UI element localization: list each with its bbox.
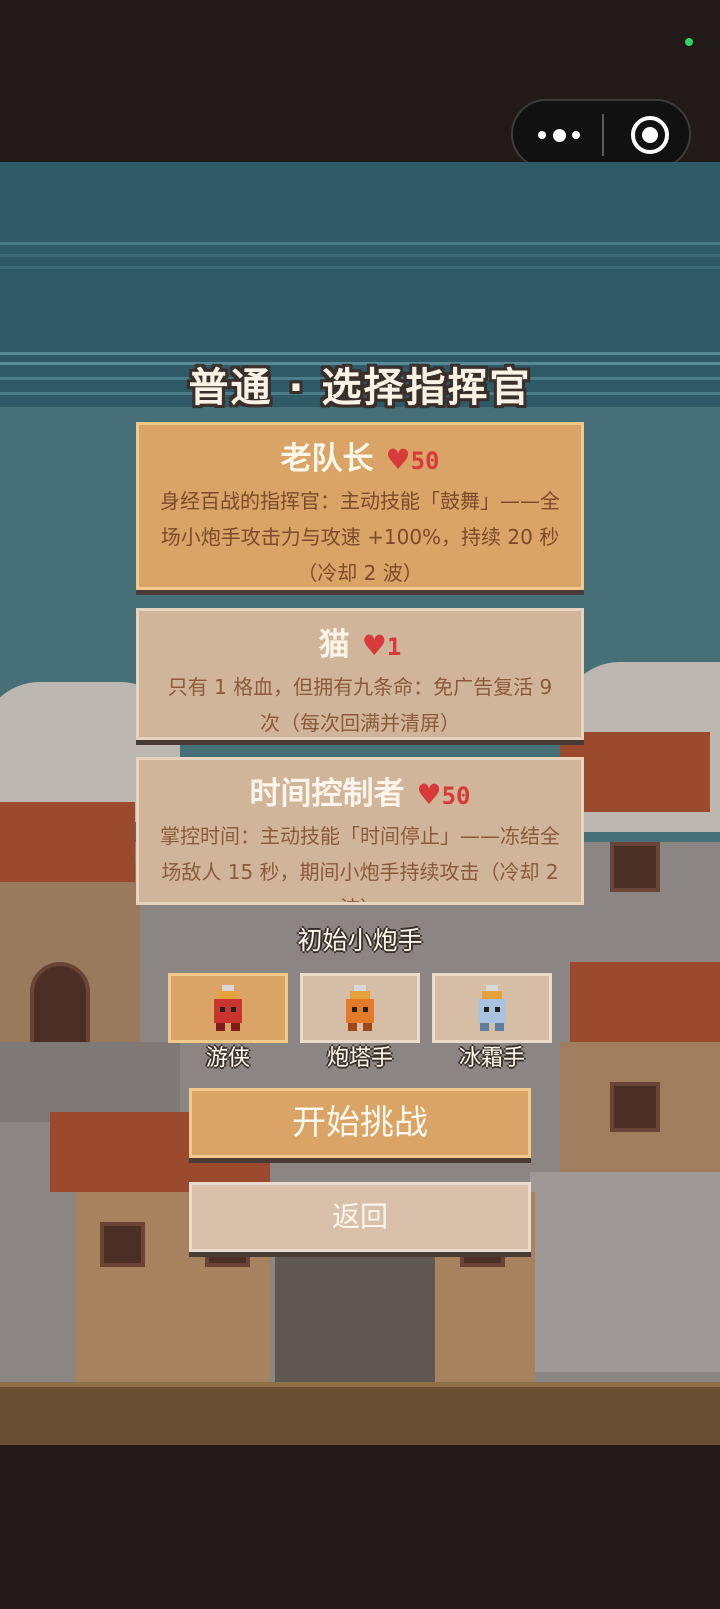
commander-name: 猫 [318,627,350,663]
back-button[interactable]: 返回 [189,1182,531,1252]
frost-gunner-icon [478,985,506,1031]
status-indicator-dot [685,38,693,46]
window [610,1082,660,1132]
turret-gunner-icon [346,985,374,1031]
sky-stripe [0,254,720,257]
mini-program-capsule [511,99,691,169]
stone-ledge [0,1042,180,1122]
ground [0,1387,720,1445]
commander-description: 只有 1 格血，但拥有九条命：免广告复活 9 次（每次回满并清屏） [167,675,553,735]
commander-description: 掌控时间：主动技能「时间停止」——冻结全场敌人 15 秒，期间小炮手持续攻击（冷… [160,824,560,902]
gunner-option-frost[interactable] [432,973,552,1043]
roof-left [0,802,135,882]
capsule-divider [602,114,604,156]
sky-stripe [0,242,720,245]
commander-name-row: 时间控制者 ♥50 [139,774,581,814]
stone-wall-right [530,1172,720,1372]
commander-card-veteran-captain[interactable]: 老队长 ♥50 身经百战的指挥官：主动技能「鼓舞」——全场小炮手攻击力与攻速 +1… [136,422,584,590]
commander-name: 时间控制者 [249,776,405,812]
gate [275,1242,435,1382]
roof-right-bottom [570,962,720,1042]
commander-hp: 1 [386,633,402,661]
commander-card-time-controller[interactable]: 时间控制者 ♥50 掌控时间：主动技能「时间停止」——冻结全场敌人 15 秒，期间… [136,757,584,905]
more-dots-icon[interactable] [538,121,580,149]
page-title: 普通 · 选择指挥官 [188,365,532,411]
window [610,842,660,892]
commander-card-cat[interactable]: 猫 ♥1 只有 1 格血，但拥有九条命：免广告复活 9 次（每次回满并清屏） [136,608,584,740]
commander-name-row: 老队长 ♥50 [139,439,581,479]
commander-name: 老队长 [280,441,374,477]
ranger-gunner-icon [214,985,242,1031]
commander-hp: 50 [410,447,440,475]
heart-icon: ♥ [416,778,442,811]
commander-hp: 50 [441,782,471,810]
gunner-section-label: 初始小炮手 [297,926,423,955]
gunner-label-turret: 炮塔手 [326,1046,393,1071]
gunner-option-ranger[interactable] [168,973,288,1043]
gunner-option-turret[interactable] [300,973,420,1043]
heart-icon: ♥ [361,629,387,662]
heart-icon: ♥ [385,443,411,476]
gunner-label-frost: 冰霜手 [458,1046,525,1071]
commander-name-row: 猫 ♥1 [139,625,581,665]
sky-stripe [0,266,720,269]
start-challenge-button[interactable]: 开始挑战 [189,1088,531,1158]
commander-description: 身经百战的指挥官：主动技能「鼓舞」——全场小炮手攻击力与攻速 +100%，持续 … [160,489,560,585]
target-circle-icon[interactable] [631,116,669,154]
gunner-label-ranger: 游侠 [205,1046,250,1071]
window [100,1222,145,1267]
